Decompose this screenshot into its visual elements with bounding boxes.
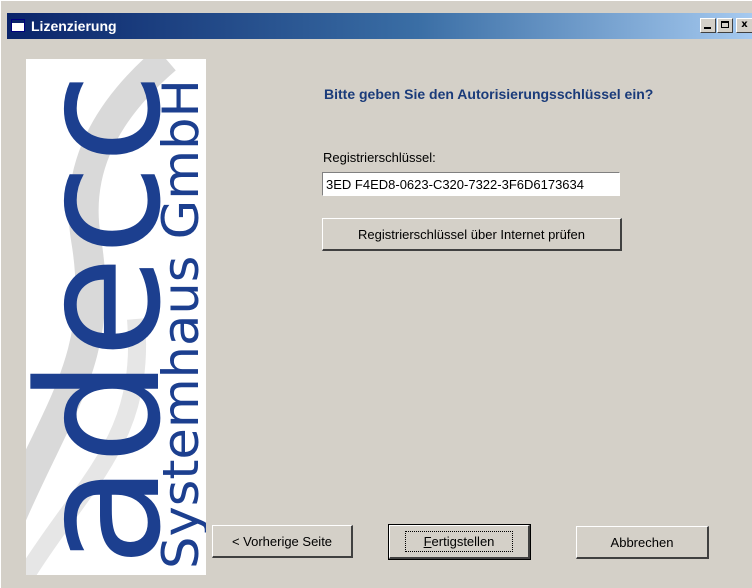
check-key-online-label: Registrierschlüssel über Internet prüfen	[358, 226, 585, 242]
minimize-button[interactable]	[700, 18, 716, 33]
company-logo-panel: adecc Systemhaus GmbH	[26, 59, 206, 575]
maximize-icon	[721, 21, 729, 28]
window-title: Lizenzierung	[31, 18, 117, 34]
cancel-button[interactable]: Abbrechen	[576, 526, 709, 559]
registration-key-input[interactable]	[322, 172, 620, 196]
cancel-label: Abbrechen	[610, 534, 674, 550]
license-dialog: Lizenzierung x adecc Systemhaus GmbH Bit…	[0, 0, 752, 588]
title-bar[interactable]: Lizenzierung x	[7, 13, 752, 39]
window-icon	[11, 19, 25, 32]
finish-accelerator: F	[423, 534, 432, 549]
registration-key-label: Registrierschlüssel:	[323, 150, 436, 165]
check-key-online-button[interactable]: Registrierschlüssel über Internet prüfen	[322, 218, 622, 251]
logo-company-text: Systemhaus GmbH	[152, 79, 206, 569]
finish-label: Fertigstellen	[404, 531, 514, 552]
previous-page-button[interactable]: < Vorherige Seite	[212, 525, 353, 558]
close-button[interactable]: x	[736, 18, 752, 33]
minimize-icon	[704, 27, 711, 29]
close-icon: x	[741, 19, 748, 30]
prompt-heading: Bitte geben Sie den Autorisierungsschlüs…	[324, 86, 654, 102]
previous-page-label: < Vorherige Seite	[231, 533, 333, 549]
maximize-button[interactable]	[717, 18, 733, 33]
finish-button[interactable]: Fertigstellen	[388, 524, 531, 560]
finish-label-rest: ertigstellen	[431, 534, 495, 549]
company-logo: adecc Systemhaus GmbH	[26, 59, 206, 575]
